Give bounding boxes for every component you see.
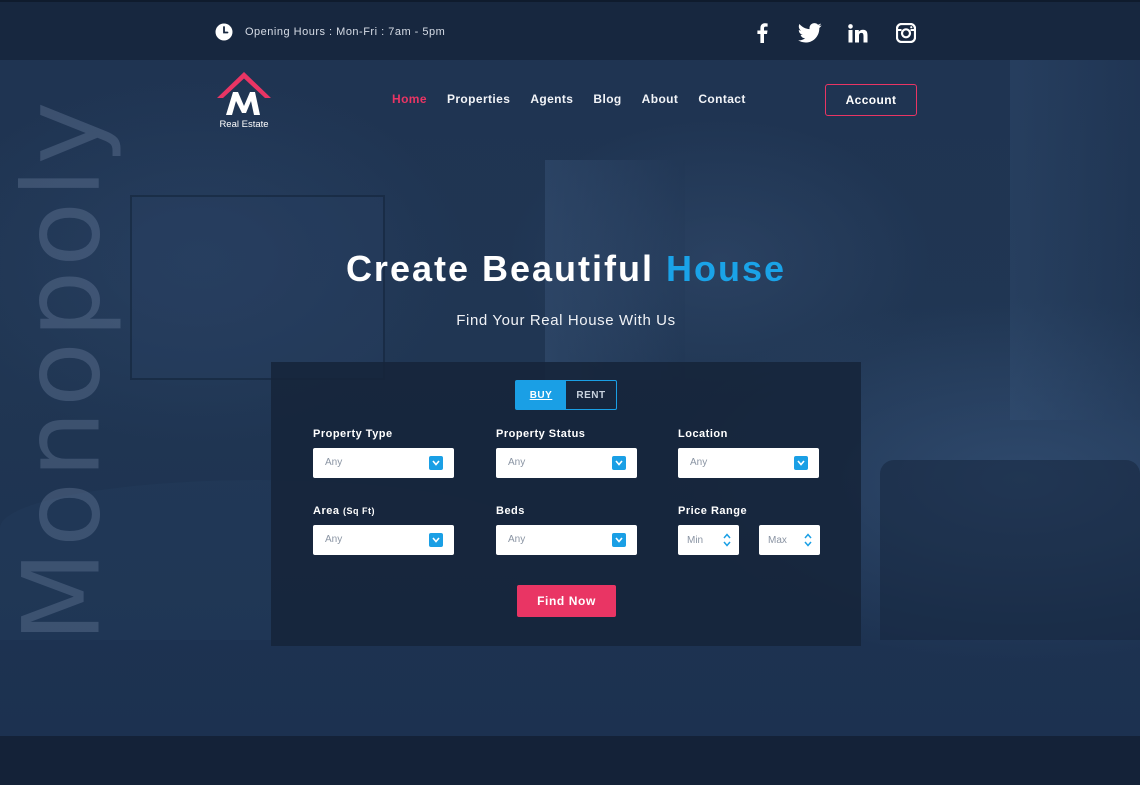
location-value: Any <box>690 457 708 468</box>
background-window <box>1010 60 1140 420</box>
hero-title: Create Beautiful House <box>0 248 1132 290</box>
rent-tab[interactable]: RENT <box>566 381 616 409</box>
area-label-text: Area <box>313 505 340 517</box>
price-min-input[interactable]: Min <box>678 525 739 555</box>
nav-item-about[interactable]: About <box>642 92 679 106</box>
logo[interactable]: Real Estate <box>214 69 274 133</box>
linkedin-icon[interactable] <box>846 21 870 45</box>
hero-title-highlight: House <box>666 248 787 289</box>
nav-item-agents[interactable]: Agents <box>530 92 573 106</box>
hero-title-main: Create Beautiful <box>345 248 655 289</box>
bottom-strip <box>0 736 1140 785</box>
property-type-value: Any <box>325 457 343 468</box>
main-nav: Home Properties Agents Blog About Contac… <box>392 92 746 106</box>
beds-label: Beds <box>496 505 525 517</box>
social-links <box>750 21 918 45</box>
price-max-placeholder: Max <box>768 535 787 546</box>
area-value: Any <box>325 534 343 545</box>
chevron-down-icon <box>612 533 626 547</box>
price-range-label: Price Range <box>678 505 748 517</box>
location-select[interactable]: Any <box>678 448 819 478</box>
clock-icon <box>215 23 233 41</box>
property-status-value: Any <box>508 457 526 468</box>
logo-text: Real Estate <box>219 119 269 130</box>
twitter-icon[interactable] <box>798 21 822 45</box>
top-bar: Opening Hours : Mon-Fri : 7am - 5pm <box>0 0 1140 60</box>
chevron-down-icon <box>612 456 626 470</box>
location-label: Location <box>678 428 728 440</box>
price-max-input[interactable]: Max <box>759 525 820 555</box>
property-type-label: Property Type <box>313 428 393 440</box>
find-now-button[interactable]: Find Now <box>517 585 616 617</box>
buy-rent-toggle: BUY RENT <box>515 380 617 410</box>
facebook-icon[interactable] <box>750 21 774 45</box>
instagram-icon[interactable] <box>894 21 918 45</box>
hero-subtitle: Find Your Real House With Us <box>456 312 676 329</box>
property-status-select[interactable]: Any <box>496 448 637 478</box>
chevron-down-icon <box>429 533 443 547</box>
nav-item-contact[interactable]: Contact <box>698 92 745 106</box>
chevron-down-icon <box>794 456 808 470</box>
spinner-arrows-icon[interactable] <box>723 532 731 548</box>
opening-hours-text: Opening Hours : Mon-Fri : 7am - 5pm <box>245 26 446 38</box>
search-panel: BUY RENT Property Type Any Property Stat… <box>271 362 861 646</box>
area-select[interactable]: Any <box>313 525 454 555</box>
property-status-label: Property Status <box>496 428 586 440</box>
hero-watermark: Monopoly <box>0 97 124 643</box>
area-unit: (Sq Ft) <box>343 506 376 516</box>
nav-item-home[interactable]: Home <box>392 92 427 106</box>
property-type-select[interactable]: Any <box>313 448 454 478</box>
nav-item-properties[interactable]: Properties <box>447 92 510 106</box>
background-sofa <box>880 460 1140 640</box>
logo-icon <box>217 72 271 115</box>
beds-select[interactable]: Any <box>496 525 637 555</box>
nav-item-blog[interactable]: Blog <box>593 92 621 106</box>
chevron-down-icon <box>429 456 443 470</box>
account-button[interactable]: Account <box>825 84 917 116</box>
buy-tab[interactable]: BUY <box>516 381 566 409</box>
spinner-arrows-icon[interactable] <box>804 532 812 548</box>
opening-hours: Opening Hours : Mon-Fri : 7am - 5pm <box>215 23 445 41</box>
beds-value: Any <box>508 534 526 545</box>
price-min-placeholder: Min <box>687 535 704 546</box>
area-label: Area (Sq Ft) <box>313 505 375 517</box>
